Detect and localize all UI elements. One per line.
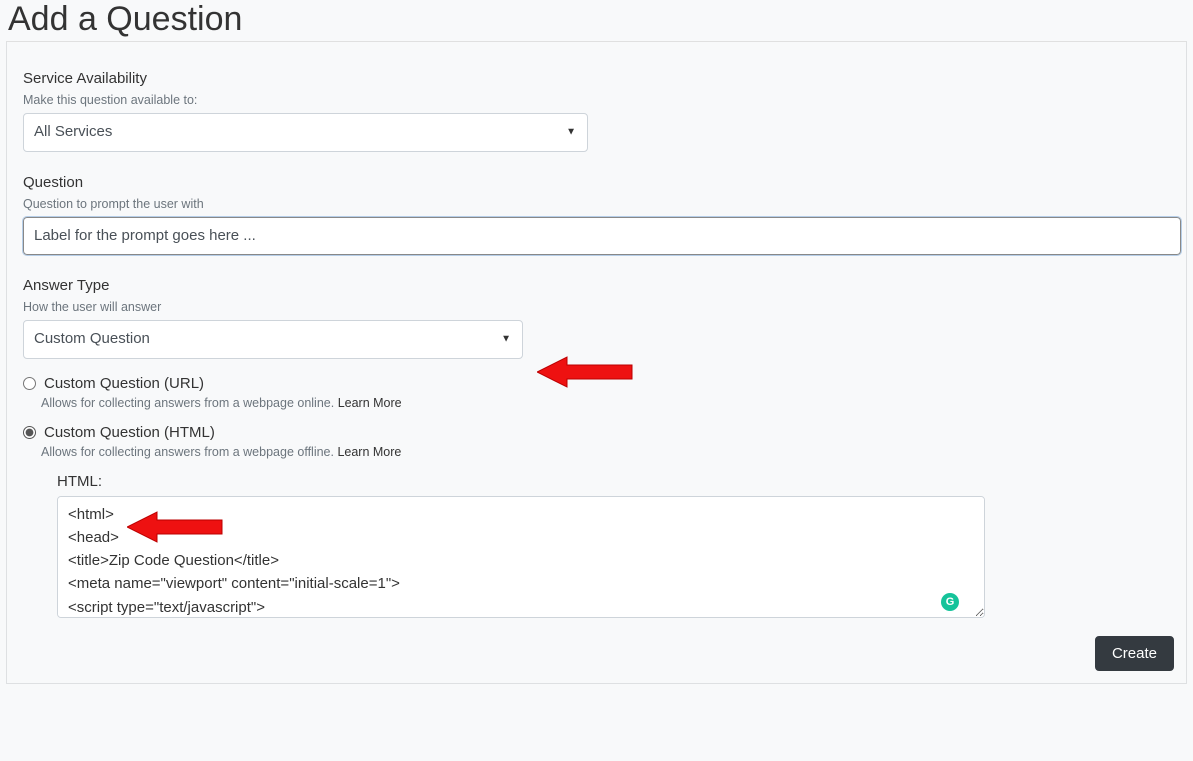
answer-type-select[interactable]: Custom Question: [23, 320, 523, 359]
service-heading: Service Availability: [23, 70, 1170, 87]
service-availability-group: Service Availability Make this question …: [23, 70, 1170, 152]
custom-html-row[interactable]: Custom Question (HTML): [23, 424, 1170, 441]
custom-url-block: Custom Question (URL) Allows for collect…: [23, 375, 1170, 410]
custom-html-radio[interactable]: [23, 426, 36, 439]
answer-type-select-wrap: Custom Question: [23, 320, 523, 359]
create-button[interactable]: Create: [1095, 636, 1174, 671]
custom-html-help-text: Allows for collecting answers from a web…: [41, 445, 334, 459]
service-select[interactable]: All Services: [23, 113, 588, 152]
question-group: Question Question to prompt the user wit…: [23, 174, 1170, 256]
service-select-wrap: All Services: [23, 113, 588, 152]
grammarly-icon[interactable]: G: [941, 593, 959, 611]
custom-url-radio[interactable]: [23, 377, 36, 390]
answer-type-help: How the user will answer: [23, 300, 1170, 314]
service-help: Make this question available to:: [23, 93, 1170, 107]
custom-html-learn-more[interactable]: Learn More: [337, 445, 401, 459]
custom-url-help-text: Allows for collecting answers from a web…: [41, 396, 334, 410]
html-label: HTML:: [57, 473, 1170, 490]
question-heading: Question: [23, 174, 1170, 191]
answer-type-group: Answer Type How the user will answer Cus…: [23, 277, 1170, 359]
html-textarea-wrap: G: [57, 496, 985, 623]
custom-html-label: Custom Question (HTML): [44, 424, 215, 441]
question-help: Question to prompt the user with: [23, 197, 1170, 211]
custom-html-help: Allows for collecting answers from a web…: [41, 445, 1170, 459]
custom-url-row[interactable]: Custom Question (URL): [23, 375, 1170, 392]
custom-url-label: Custom Question (URL): [44, 375, 204, 392]
custom-url-learn-more[interactable]: Learn More: [338, 396, 402, 410]
html-textarea[interactable]: [57, 496, 985, 618]
custom-url-help: Allows for collecting answers from a web…: [41, 396, 1170, 410]
html-editor-block: HTML: G: [57, 473, 1170, 623]
form-panel: Service Availability Make this question …: [6, 41, 1187, 684]
answer-type-heading: Answer Type: [23, 277, 1170, 294]
custom-html-block: Custom Question (HTML) Allows for collec…: [23, 424, 1170, 623]
page-title: Add a Question: [0, 0, 1193, 41]
question-input[interactable]: [23, 217, 1181, 256]
